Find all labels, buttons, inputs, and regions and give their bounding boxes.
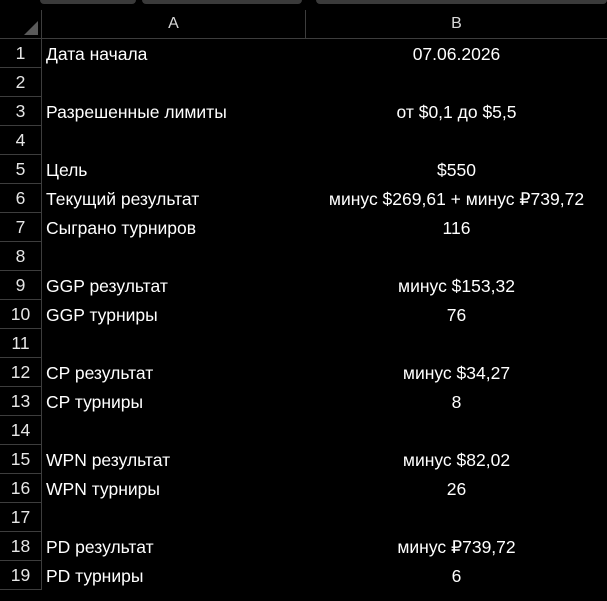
row-header[interactable]: 6: [0, 184, 42, 213]
formula-bar-control[interactable]: [142, 0, 302, 4]
cell-b[interactable]: $550: [306, 155, 607, 184]
row-header[interactable]: 7: [0, 213, 42, 242]
row-header[interactable]: 4: [0, 126, 42, 155]
cell-b[interactable]: [306, 68, 607, 97]
table-row: 5 Цель $550: [0, 155, 607, 184]
cell-b[interactable]: минус $82,02: [306, 445, 607, 474]
cell-b[interactable]: [306, 126, 607, 155]
row-header[interactable]: 8: [0, 242, 42, 271]
cell-a[interactable]: [42, 416, 306, 445]
cell-a[interactable]: Текущий результат: [42, 184, 306, 213]
cell-a[interactable]: [42, 68, 306, 97]
cell-b[interactable]: минус $153,32: [306, 271, 607, 300]
cell-b[interactable]: 26: [306, 474, 607, 503]
cell-a[interactable]: GGP результат: [42, 271, 306, 300]
cell-b[interactable]: 07.06.2026: [306, 39, 607, 68]
row-header[interactable]: 13: [0, 387, 42, 416]
cell-a[interactable]: CP результат: [42, 358, 306, 387]
row-header[interactable]: 11: [0, 329, 42, 358]
table-row: 10 GGP турниры 76: [0, 300, 607, 329]
top-strip: [0, 0, 607, 10]
table-row: 18 PD результат минус ₽739,72: [0, 532, 607, 561]
table-row: 9 GGP результат минус $153,32: [0, 271, 607, 300]
cell-b[interactable]: 116: [306, 213, 607, 242]
row-header[interactable]: 10: [0, 300, 42, 329]
cell-b[interactable]: 76: [306, 300, 607, 329]
row-header[interactable]: 17: [0, 503, 42, 532]
cell-b[interactable]: [306, 503, 607, 532]
select-all-button[interactable]: [0, 10, 42, 39]
row-header[interactable]: 9: [0, 271, 42, 300]
column-header-b[interactable]: B: [306, 10, 607, 39]
cell-a[interactable]: GGP турниры: [42, 300, 306, 329]
formula-bar-control[interactable]: [316, 0, 607, 4]
cell-b[interactable]: минус $269,61 + минус ₽739,72: [306, 184, 607, 213]
cell-b[interactable]: от $0,1 до $5,5: [306, 97, 607, 126]
select-all-triangle-icon: [24, 21, 38, 35]
table-row: 2: [0, 68, 607, 97]
table-row: 13 CP турниры 8: [0, 387, 607, 416]
row-header[interactable]: 14: [0, 416, 42, 445]
table-row: 16 WPN турниры 26: [0, 474, 607, 503]
row-header[interactable]: 1: [0, 39, 42, 68]
table-row: 8: [0, 242, 607, 271]
table-row: 3 Разрешенные лимиты от $0,1 до $5,5: [0, 97, 607, 126]
formula-bar-control[interactable]: [40, 0, 136, 4]
cell-b[interactable]: минус $34,27: [306, 358, 607, 387]
table-row: 12 CP результат минус $34,27: [0, 358, 607, 387]
table-row: 14: [0, 416, 607, 445]
row-header[interactable]: 19: [0, 561, 42, 590]
column-header-a[interactable]: A: [42, 10, 306, 39]
cell-a[interactable]: [42, 126, 306, 155]
table-row: 6 Текущий результат минус $269,61 + мину…: [0, 184, 607, 213]
cell-a[interactable]: Сыграно турниров: [42, 213, 306, 242]
cell-a[interactable]: WPN результат: [42, 445, 306, 474]
cell-b[interactable]: 8: [306, 387, 607, 416]
table-row: 4: [0, 126, 607, 155]
table-row: 17: [0, 503, 607, 532]
cell-a[interactable]: [42, 503, 306, 532]
cell-b[interactable]: минус ₽739,72: [306, 532, 607, 561]
cell-b[interactable]: 6: [306, 561, 607, 590]
table-row: 11: [0, 329, 607, 358]
row-header[interactable]: 12: [0, 358, 42, 387]
table-row: 19 PD турниры 6: [0, 561, 607, 590]
cell-a[interactable]: Разрешенные лимиты: [42, 97, 306, 126]
cell-a[interactable]: WPN турниры: [42, 474, 306, 503]
table-row: 15 WPN результат минус $82,02: [0, 445, 607, 474]
cell-a[interactable]: CP турниры: [42, 387, 306, 416]
row-header[interactable]: 15: [0, 445, 42, 474]
row-header[interactable]: 3: [0, 97, 42, 126]
cell-a[interactable]: [42, 329, 306, 358]
row-header[interactable]: 18: [0, 532, 42, 561]
cell-a[interactable]: PD результат: [42, 532, 306, 561]
cell-a[interactable]: PD турниры: [42, 561, 306, 590]
cell-a[interactable]: Дата начала: [42, 39, 306, 68]
row-header[interactable]: 5: [0, 155, 42, 184]
cell-b[interactable]: [306, 416, 607, 445]
row-header[interactable]: 2: [0, 68, 42, 97]
cell-b[interactable]: [306, 329, 607, 358]
row-header[interactable]: 16: [0, 474, 42, 503]
cell-a[interactable]: [42, 242, 306, 271]
table-row: 7 Сыграно турниров 116: [0, 213, 607, 242]
table-row: 1 Дата начала 07.06.2026: [0, 39, 607, 68]
cell-b[interactable]: [306, 242, 607, 271]
cell-a[interactable]: Цель: [42, 155, 306, 184]
